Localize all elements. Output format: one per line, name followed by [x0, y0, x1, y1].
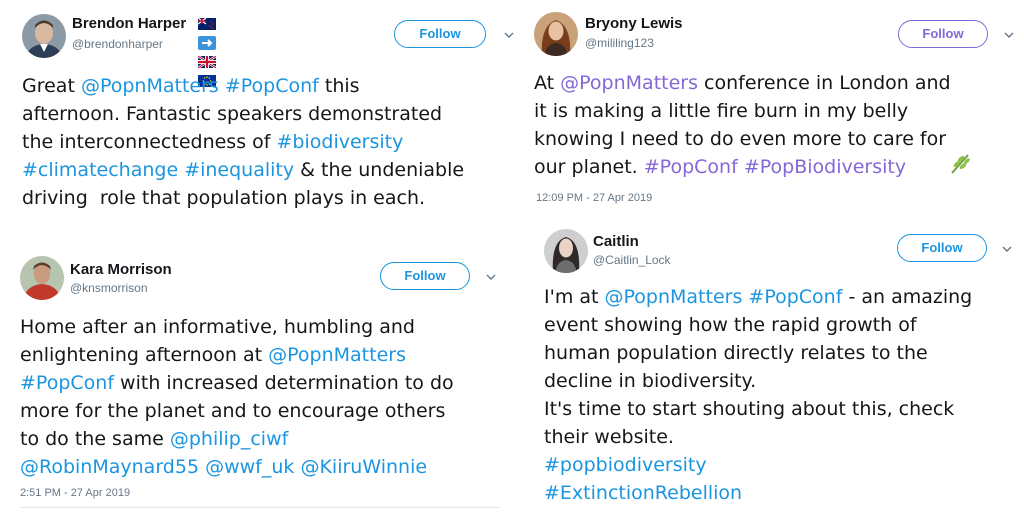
tweet-line: @RobinMaynard55 @wwf_uk @KiiruWinnie [20, 453, 454, 481]
tweet-line: to do the same @philip_ciwf [20, 425, 454, 453]
tweet-text-segment: enlightening afternoon at [20, 344, 269, 366]
tweet-text-segment: afternoon. Fantastic speakers demonstrat… [22, 103, 443, 125]
arrow-right-icon [198, 35, 216, 50]
tweet-line: driving role that population plays in ea… [22, 184, 464, 212]
new-zealand-flag-icon [198, 17, 216, 30]
mention-link[interactable]: @PopnMatters [268, 344, 406, 366]
tweet-line: afternoon. Fantastic speakers demonstrat… [22, 100, 464, 128]
hashtag-link[interactable]: #PopConf [644, 156, 738, 178]
tweet-text-segment: with increased determination to do [114, 372, 454, 394]
tweet-line: I'm at @PopnMatters #PopConf - an amazin… [544, 283, 972, 311]
mention-link[interactable]: @wwf_uk [205, 456, 294, 478]
tweet-line: event showing how the rapid growth of [544, 311, 972, 339]
chevron-down-icon[interactable] [485, 271, 497, 283]
tweet-text-segment: the interconnectedness of [22, 131, 277, 153]
tweet-text: Home after an informative, humbling and e… [20, 313, 454, 481]
hashtag-link[interactable]: #PopConf [20, 372, 114, 394]
tweet-line: enlightening afternoon at @PopnMatters [20, 341, 454, 369]
tweet-line: It's time to start shouting about this, … [544, 395, 972, 423]
tweet-text-segment: decline in biodiversity. [544, 370, 757, 392]
tweet-line: decline in biodiversity. [544, 367, 972, 395]
mention-link[interactable]: @PopnMatters [605, 286, 743, 308]
tweet-line: our planet. #PopConf #PopBiodiversity [534, 153, 951, 181]
tweet-line: human population directly relates to the [544, 339, 972, 367]
hashtag-link[interactable]: #popbiodiversity [544, 454, 707, 476]
display-name[interactable]: Bryony Lewis [585, 15, 683, 32]
timestamp[interactable]: 2:51 PM - 27 Apr 2019 [20, 487, 130, 499]
user-handle[interactable]: @Caitlin_Lock [593, 253, 671, 267]
tweet-text: Great @PopnMatters #PopConf this afternoo… [22, 72, 464, 212]
hashtag-link[interactable]: #PopBiodiversity [744, 156, 906, 178]
hashtag-link[interactable]: #biodiversity [277, 131, 404, 153]
hashtag-link[interactable]: #inequality [184, 159, 294, 181]
chevron-down-icon[interactable] [503, 29, 515, 41]
mention-link[interactable]: @philip_ciwf [170, 428, 288, 450]
tweet-text-segment: driving role that population plays in ea… [22, 187, 426, 209]
tweet-text-segment: event showing how the rapid growth of [544, 314, 917, 336]
uk-flag-icon [198, 55, 216, 68]
tweet-text-segment: more for the planet and to encourage oth… [20, 400, 446, 422]
tweet-text-segment: conference in London and [698, 72, 951, 94]
tweet-text-segment: human population directly relates to the [544, 342, 928, 364]
tweet-line: Great @PopnMatters #PopConf this [22, 72, 464, 100]
tweet-text-segment: - an amazing [842, 286, 973, 308]
hashtag-link[interactable]: #ExtinctionRebellion [544, 482, 742, 504]
display-name[interactable]: Kara Morrison [70, 261, 172, 278]
herb-icon [951, 154, 970, 174]
mention-link[interactable]: @RobinMaynard55 [20, 456, 199, 478]
tweet-text-segment: this [318, 75, 360, 97]
tweet-line: more for the planet and to encourage oth… [20, 397, 454, 425]
hashtag-link[interactable]: #PopConf [748, 286, 842, 308]
tweet-line: At @PopnMatters conference in London and [534, 69, 951, 97]
tweet-line: Home after an informative, humbling and [20, 313, 454, 341]
tweet-text: I'm at @PopnMatters #PopConf - an amazin… [544, 283, 972, 507]
user-handle[interactable]: @knsmorrison [70, 281, 148, 295]
chevron-down-icon[interactable] [1003, 29, 1015, 41]
tweet-text: At @PopnMatters conference in London and… [534, 69, 951, 181]
tweet-text-segment: It's time to start shouting about this, … [544, 398, 955, 420]
tweet-text-segment: At [534, 72, 561, 94]
follow-button[interactable]: Follow [898, 20, 988, 48]
tweet-line: it is making a little fire burn in my be… [534, 97, 951, 125]
avatar[interactable] [20, 256, 64, 300]
tweet-text-segment: our planet. [534, 156, 644, 178]
hashtag-link[interactable]: #climatechange [22, 159, 178, 181]
timestamp[interactable]: 12:09 PM - 27 Apr 2019 [536, 192, 652, 204]
display-name[interactable]: Brendon Harper [72, 15, 186, 32]
follow-button[interactable]: Follow [897, 234, 987, 262]
tweet-text-segment: knowing I need to do even more to care f… [534, 128, 947, 150]
avatar[interactable] [534, 12, 578, 56]
avatar[interactable] [22, 14, 66, 58]
avatar[interactable] [544, 229, 588, 273]
follow-button[interactable]: Follow [380, 262, 470, 290]
divider [20, 507, 500, 508]
tweet-line: #climatechange #inequality & the undenia… [22, 156, 464, 184]
tweet-text-segment: their website. [544, 426, 674, 448]
tweet-line: knowing I need to do even more to care f… [534, 125, 951, 153]
mention-link[interactable]: @PopnMatters [560, 72, 698, 94]
tweet-text-segment: to do the same [20, 428, 170, 450]
user-handle[interactable]: @mililing123 [585, 36, 654, 50]
mention-link[interactable]: @KiiruWinnie [300, 456, 427, 478]
tweet-text-segment: & the undeniable [294, 159, 465, 181]
tweet-text-segment: Home after an informative, humbling and [20, 316, 415, 338]
chevron-down-icon[interactable] [1001, 243, 1013, 255]
tweet-line: the interconnectedness of #biodiversity [22, 128, 464, 156]
tweet-text-segment: I'm at [544, 286, 605, 308]
tweet-line: #popbiodiversity [544, 451, 972, 479]
tweet-text-segment: it is making a little fire burn in my be… [534, 100, 909, 122]
display-name[interactable]: Caitlin [593, 233, 639, 250]
tweet-line: #ExtinctionRebellion [544, 479, 972, 507]
tweet-line: #PopConf with increased determination to… [20, 369, 454, 397]
tweet-text-segment: Great [22, 75, 81, 97]
hashtag-link[interactable]: #PopConf [225, 75, 319, 97]
tweet-line: their website. [544, 423, 972, 451]
user-handle[interactable]: @brendonharper [72, 37, 163, 51]
mention-link[interactable]: @PopnMatters [81, 75, 219, 97]
follow-button[interactable]: Follow [394, 20, 486, 48]
